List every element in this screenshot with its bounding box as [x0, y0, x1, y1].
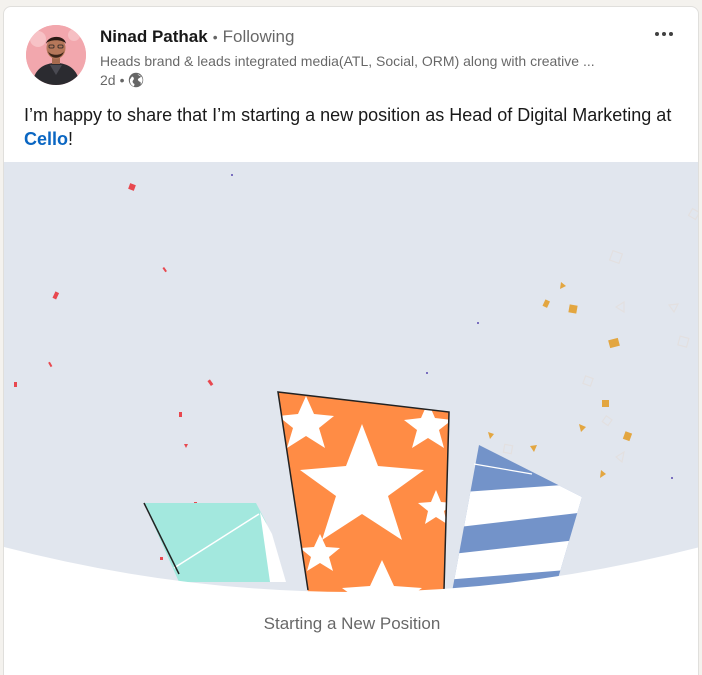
more-options-icon-dot — [662, 32, 666, 36]
meta-separator: • — [119, 72, 125, 88]
image-caption: Starting a New Position — [263, 614, 441, 633]
author-headline: Heads brand & leads integrated media(ATL… — [100, 53, 595, 69]
post-card: Ninad Pathak • Following Heads brand & l… — [3, 6, 699, 675]
author-line: Ninad Pathak • Following — [100, 27, 294, 49]
globe-icon — [128, 72, 144, 88]
post-image[interactable] — [4, 162, 698, 675]
company-link[interactable]: Cello — [24, 129, 68, 149]
avatar-photo — [26, 25, 86, 85]
relation-separator: • — [212, 29, 218, 45]
post-text-end: ! — [68, 129, 74, 149]
post-text: I’m happy to share that I’m starting a n… — [24, 103, 674, 151]
post-meta: 2d • — [100, 71, 144, 89]
post-age: 2d — [100, 72, 116, 88]
new-position-illustration — [4, 162, 698, 675]
author-avatar[interactable] — [26, 25, 86, 85]
more-options-icon — [655, 32, 659, 36]
more-options-icon-dot — [669, 32, 673, 36]
author-name[interactable]: Ninad Pathak — [100, 27, 208, 47]
post-text-body: I’m happy to share that I’m starting a n… — [24, 105, 672, 125]
following-status: Following — [222, 27, 295, 46]
more-options-button[interactable] — [648, 23, 680, 45]
